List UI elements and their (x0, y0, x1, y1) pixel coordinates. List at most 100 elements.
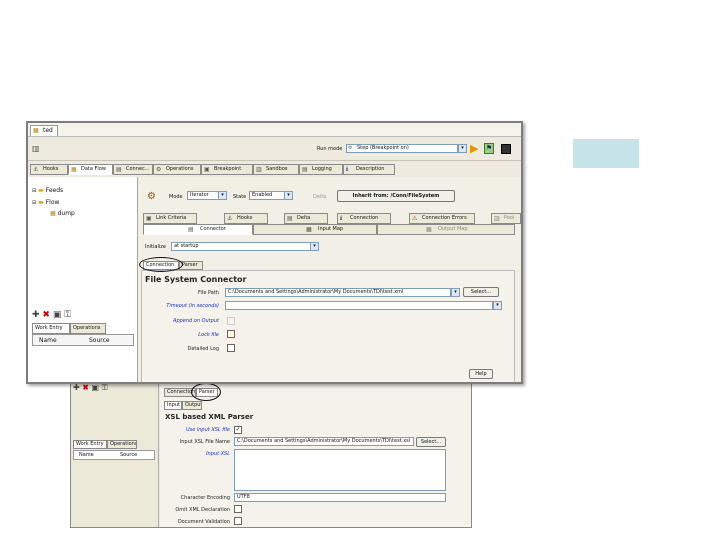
label-input-xsl: Input XSL (206, 451, 230, 457)
tab-logging[interactable]: ▤ Logging (299, 164, 343, 175)
document-tab-label: ted (43, 127, 53, 134)
step-icon: ⚙ (348, 145, 353, 151)
initialize-label: Initialize (145, 244, 166, 250)
column-source: Source (89, 337, 110, 344)
label-input-xsl-file: Input XSL File Name (179, 439, 230, 445)
timeout-dropdown[interactable]: ▾ (493, 301, 502, 310)
state-select[interactable]: Enabled (249, 191, 285, 200)
nav-tabs: ⚓ Hooks ▦ Data Flow ▤ Connec... ⚙ Operations… (28, 163, 521, 176)
tab-hooks-sub[interactable]: ⚓ Hooks (224, 213, 268, 224)
state-dropdown[interactable]: ▾ (284, 191, 293, 200)
tab-operations-left[interactable]: Operations (70, 323, 106, 334)
tab-output[interactable]: Output (182, 401, 202, 410)
expand-icon[interactable]: ⊟ (32, 188, 36, 194)
errors-icon: ⚠ (412, 215, 418, 222)
connector-details-pane: ⚙ Mode Iterator ▾ State Enabled ▾ Delta … (139, 177, 521, 382)
tab-operations[interactable]: ⚙ Operations (153, 164, 201, 175)
assembly-line-options-icon[interactable]: ▥ (32, 144, 40, 153)
tab-input-map[interactable]: ▦ Input Map (253, 224, 377, 235)
work-table-header: Name Source (32, 334, 134, 346)
expand-icon[interactable]: ⊟ (32, 200, 36, 206)
link-criteria-icon: ▣ (146, 215, 152, 222)
inherit-button[interactable]: Inherit from: /Conn/FileSystem (337, 190, 455, 202)
tab-operations-label: Operations (166, 166, 194, 172)
tab-connectors-label: Connec... (126, 166, 150, 172)
tab-link-criteria[interactable]: ▣ Link Criteria (143, 213, 197, 224)
checkbox-document-validation[interactable] (234, 517, 242, 525)
mode-dropdown[interactable]: ▾ (218, 191, 227, 200)
folder-icon: ▬ (38, 199, 44, 206)
document-tab[interactable]: ▦ ted (30, 125, 58, 136)
operations-icon: ⚙ (156, 166, 162, 173)
tab-connection-errors-label: Connection Errors (422, 215, 467, 221)
highlight-circle-parser-tab (191, 383, 221, 401)
timeout-field[interactable] (225, 301, 493, 310)
assembly-line-icon: ▦ (33, 127, 39, 134)
file-path-field[interactable]: C:\Documents and Settings\Administrator\… (225, 288, 451, 297)
tab-connectors[interactable]: ▤ Connec... (113, 164, 153, 175)
connector-icon: ▤ (188, 226, 194, 233)
column-source: Source (120, 452, 138, 458)
tab-input[interactable]: Input (164, 401, 182, 410)
checkbox-lock-file[interactable] (227, 330, 235, 338)
tree-item-flow[interactable]: ⊟ ▬ Flow (32, 199, 59, 206)
tree-item-feeds[interactable]: ⊟ ▬ Feeds (32, 187, 63, 194)
toolbar: ▥ Run mode ⚙ Step (Breakpoint on) ▾ ▶ ⚑ (28, 137, 521, 161)
tab-hooks-label: Hooks (43, 166, 59, 172)
data-flow-icon: ▦ (71, 166, 77, 173)
hooks-icon: ⚓ (227, 215, 233, 222)
connector-type-icon: ⚙ (147, 191, 156, 202)
tab-work-entry[interactable]: Work Entry (32, 323, 70, 334)
connector-config-window: ▦ ted ▥ Run mode ⚙ Step (Breakpoint on) … (26, 121, 523, 384)
tree-item-dump[interactable]: ▦ dump (50, 210, 75, 217)
input-xsl-textarea[interactable] (234, 449, 446, 491)
tree-item-dump-label: dump (57, 210, 75, 217)
tab-input-map-label: Input Map (318, 226, 344, 232)
input-map-icon: ▦ (306, 226, 312, 233)
tab-pool[interactable]: ▥ Pool (491, 213, 521, 224)
select-button[interactable]: Select... (463, 287, 499, 297)
label-use-input-xsl: Use input XSL file (185, 427, 230, 433)
tab-operations[interactable]: Operations (107, 440, 137, 449)
tab-hooks[interactable]: ⚓ Hooks (30, 164, 68, 175)
title-bar: ▦ ted (28, 123, 521, 137)
tab-logging-label: Logging (312, 166, 332, 172)
tab-connection-errors[interactable]: ⚠ Connection Errors (409, 213, 475, 224)
help-button[interactable]: Help (469, 369, 493, 379)
character-encoding-field[interactable]: UTF8 (234, 493, 446, 502)
tab-connection[interactable]: ℹ Connection (337, 213, 391, 224)
tab-data-flow[interactable]: ▦ Data Flow (68, 164, 113, 175)
stop-icon[interactable] (501, 144, 511, 154)
checkbox-omit-xml-declaration[interactable] (234, 505, 242, 513)
input-xsl-file-field[interactable]: C:\Documents and Settings\Administrator\… (234, 437, 414, 446)
toolbar-icons: ✚ ✖ ▣ ⚿ (73, 383, 108, 392)
run-mode-label: Run mode (317, 146, 343, 152)
checkbox-detailed-log[interactable] (227, 344, 235, 352)
tab-connector[interactable]: ▤ Connector (143, 224, 253, 235)
tab-work-entry[interactable]: Work Entry (73, 440, 107, 449)
checkbox-use-input-xsl[interactable]: ✓ (234, 426, 242, 434)
parser-config-window: ✚ ✖ ▣ ⚿ Work Entry Operations Name Sourc… (70, 378, 472, 528)
tab-sandbox[interactable]: ▥ Sandbox (253, 164, 299, 175)
select-button[interactable]: Select... (416, 437, 446, 447)
mode-label: Mode (169, 194, 183, 200)
run-icon[interactable]: ▶ (470, 142, 478, 155)
label-document-validation: Document Validation (177, 519, 230, 525)
back-work-table-header: Name Source (73, 450, 155, 460)
info-icon: ℹ (340, 215, 343, 222)
tab-delta[interactable]: ▤ Delta (284, 213, 328, 224)
tab-description-label: Description (356, 166, 385, 172)
initialize-dropdown[interactable]: ▾ (310, 242, 319, 251)
tab-description[interactable]: ℹ Description (343, 164, 395, 175)
run-mode-dropdown[interactable]: ▾ (458, 144, 467, 153)
checkbox-append-on-output[interactable] (227, 317, 235, 325)
mode-select[interactable]: Iterator (187, 191, 219, 200)
run-mode-select[interactable]: ⚙ Step (Breakpoint on) (346, 144, 458, 153)
file-path-dropdown[interactable]: ▾ (451, 288, 460, 297)
debug-icon[interactable]: ⚑ (484, 143, 494, 154)
initialize-select[interactable]: at startup (171, 242, 311, 251)
label-lock-file: Lock file (198, 332, 219, 338)
tab-output-map[interactable]: ▦ Output Map (377, 224, 515, 235)
tab-breakpoint[interactable]: ▣ Breakpoint (201, 164, 253, 175)
connector-icon: ▦ (50, 210, 56, 217)
